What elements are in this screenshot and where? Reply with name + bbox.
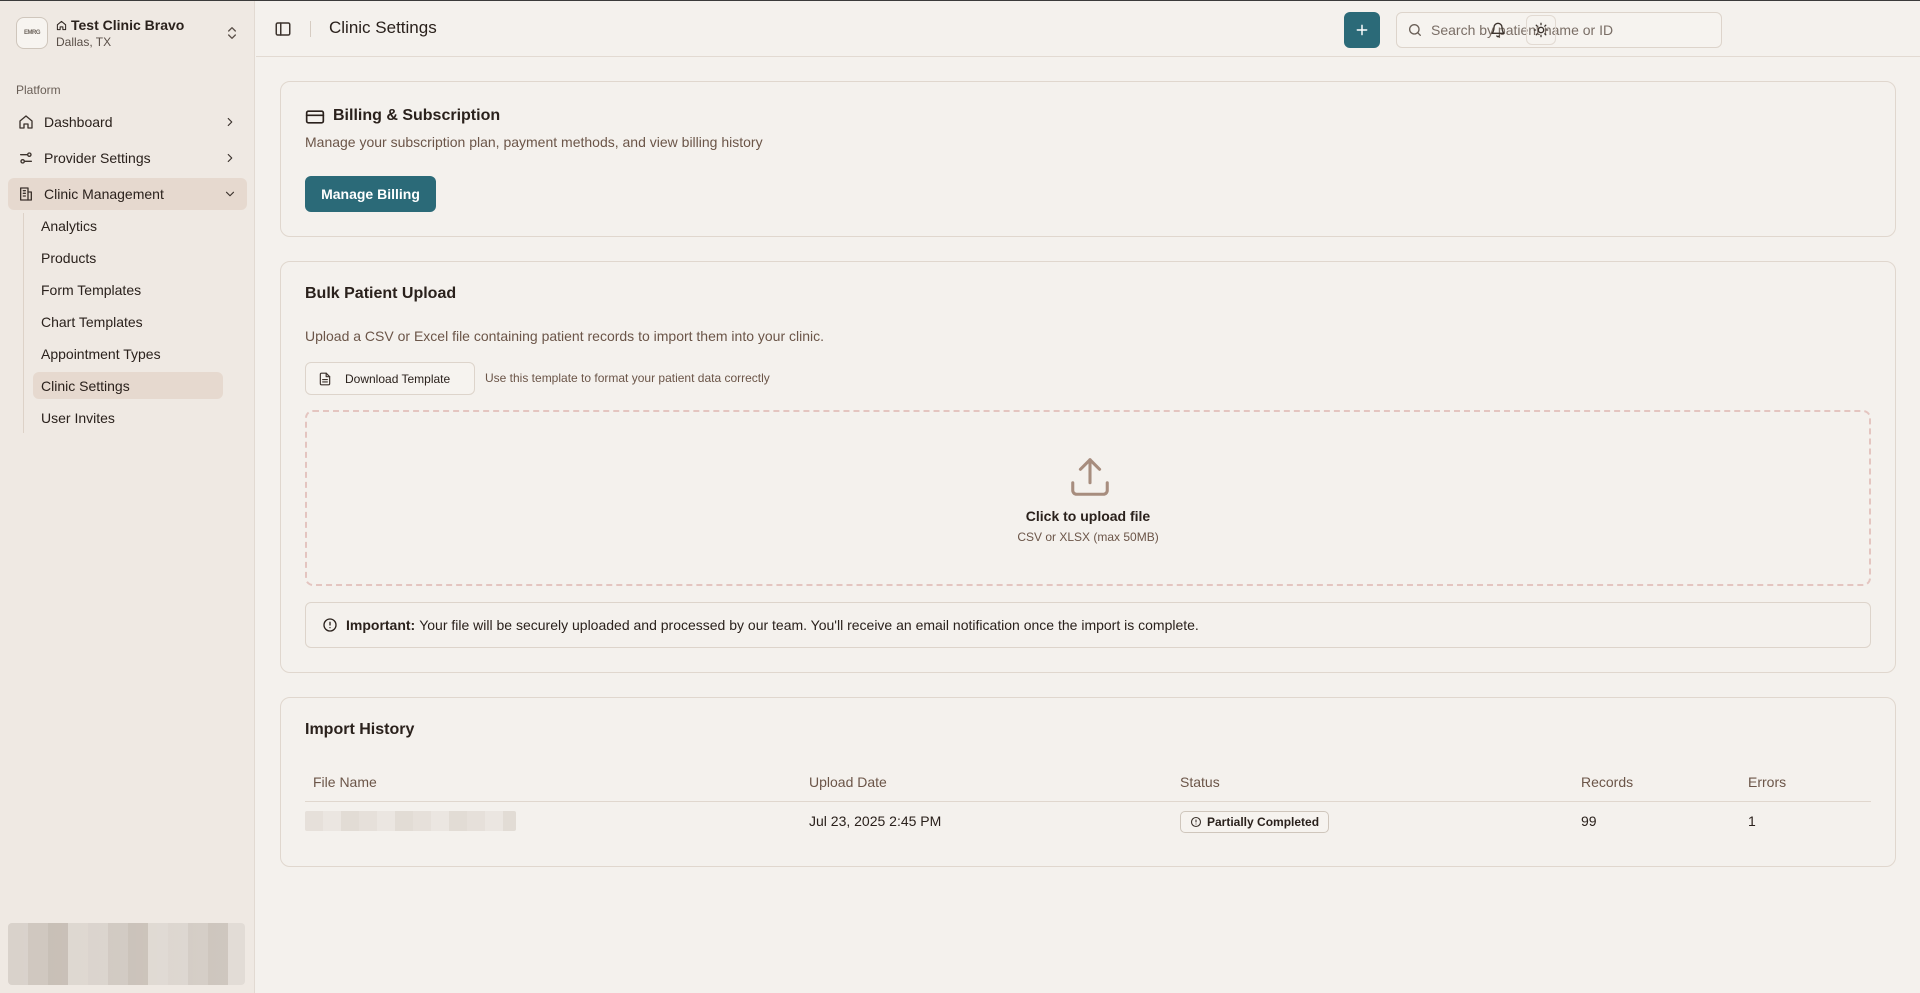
sidebar-toggle-icon[interactable] — [274, 20, 292, 38]
sidebar-subitem-clinic-settings[interactable]: Clinic Settings — [33, 372, 223, 399]
notifications-button[interactable] — [1483, 15, 1513, 45]
subnav-guide-line — [23, 213, 24, 433]
column-upload-date: Upload Date — [809, 774, 887, 790]
file-text-icon — [319, 372, 331, 385]
sidebar: EMRG Test Clinic Bravo Dallas, TX Platfo… — [0, 1, 255, 993]
chevrons-up-down-icon — [228, 27, 236, 39]
search-icon — [1409, 24, 1421, 36]
status-badge: Partially Completed — [1180, 811, 1330, 833]
download-template-label: Download Template — [345, 371, 451, 386]
column-file-name: File Name — [313, 774, 377, 790]
column-status: Status — [1180, 774, 1220, 790]
top-header: Clinic Settings — [256, 1, 1920, 57]
upload-date-cell: Jul 23, 2025 2:45 PM — [809, 813, 942, 829]
billing-card: Billing & Subscription Manage your subsc… — [280, 81, 1896, 237]
clinic-name: Test Clinic Bravo — [71, 17, 185, 33]
billing-description: Manage your subscription plan, payment m… — [305, 134, 763, 150]
upload-title: Click to upload file — [1025, 508, 1151, 524]
sidebar-subitem-user-invites[interactable]: User Invites — [33, 404, 223, 431]
header-divider — [310, 21, 311, 37]
sliders-icon — [20, 152, 32, 164]
alert-circle-icon — [323, 618, 337, 632]
bulk-upload-title: Bulk Patient Upload — [305, 285, 457, 302]
bell-icon — [1491, 22, 1505, 38]
sidebar-subitem-chart-templates[interactable]: Chart Templates — [33, 308, 223, 335]
errors-cell: 1 — [1748, 813, 1756, 829]
file-name-redacted — [305, 811, 516, 831]
chevron-down-icon — [225, 191, 235, 197]
alert-circle-icon — [1190, 816, 1202, 828]
status-label: Partially Completed — [1207, 815, 1320, 829]
sidebar-item-provider-settings[interactable]: Provider Settings — [8, 142, 247, 174]
clinic-location: Dallas, TX — [56, 35, 112, 49]
notice-text: Your file will be securely uploaded and … — [419, 617, 1199, 633]
chevron-right-icon — [227, 117, 233, 127]
credit-card-icon — [305, 110, 325, 124]
clinic-info: Test Clinic Bravo Dallas, TX — [56, 17, 224, 49]
user-menu-redacted[interactable] — [8, 923, 245, 985]
table-row[interactable]: Jul 23, 2025 2:45 PM Partially Completed… — [305, 802, 1871, 842]
theme-toggle-button[interactable] — [1526, 15, 1556, 45]
sun-icon — [1533, 22, 1549, 38]
sidebar-item-label: Clinic Management — [44, 186, 164, 202]
plus-icon — [1356, 24, 1368, 36]
import-history-table: File Name Upload Date Status Records Err… — [305, 766, 1871, 842]
chevron-right-icon — [227, 153, 233, 163]
bulk-upload-description: Upload a CSV or Excel file containing pa… — [305, 328, 825, 344]
sidebar-item-dashboard[interactable]: Dashboard — [8, 106, 247, 138]
upload-icon — [1071, 458, 1109, 496]
search-input[interactable] — [1431, 22, 1711, 38]
billing-title: Billing & Subscription — [333, 107, 501, 124]
home-icon — [19, 115, 33, 129]
download-template-hint: Use this template to format your patient… — [485, 371, 770, 385]
sidebar-subitem-analytics[interactable]: Analytics — [33, 212, 223, 239]
table-header: File Name Upload Date Status Records Err… — [305, 766, 1871, 802]
sidebar-item-label: Provider Settings — [44, 150, 151, 166]
add-button[interactable] — [1344, 12, 1380, 48]
important-notice: Important: Your file will be securely up… — [305, 602, 1871, 648]
notice-label: Important: — [346, 617, 416, 633]
upload-constraints: CSV or XLSX (max 50MB) — [1017, 530, 1159, 544]
import-history-card: Import History File Name Upload Date Sta… — [280, 697, 1896, 867]
building-icon — [20, 187, 32, 201]
sidebar-item-label: Dashboard — [44, 114, 113, 130]
clinic-switcher[interactable]: EMRG Test Clinic Bravo Dallas, TX — [10, 9, 246, 57]
home-icon — [56, 20, 67, 30]
sidebar-section-label: Platform — [16, 83, 61, 97]
download-template-button[interactable]: Download Template — [305, 362, 475, 395]
page-title: Clinic Settings — [329, 18, 437, 37]
sidebar-subitem-appointment-types[interactable]: Appointment Types — [33, 340, 223, 367]
clinic-logo: EMRG — [16, 17, 48, 49]
column-records: Records — [1581, 774, 1634, 790]
sidebar-subitem-products[interactable]: Products — [33, 244, 223, 271]
bulk-upload-card: Bulk Patient Upload Upload a CSV or Exce… — [280, 261, 1896, 673]
clinic-name-row: Test Clinic Bravo — [56, 17, 224, 33]
sidebar-item-clinic-management[interactable]: Clinic Management — [8, 178, 247, 210]
records-cell: 99 — [1581, 813, 1597, 829]
manage-billing-button[interactable]: Manage Billing — [305, 176, 436, 212]
patient-search[interactable] — [1396, 12, 1722, 48]
sidebar-subitem-form-templates[interactable]: Form Templates — [33, 276, 223, 303]
import-history-title: Import History — [305, 721, 415, 738]
file-dropzone[interactable]: Click to upload file CSV or XLSX (max 50… — [305, 410, 1871, 586]
column-errors: Errors — [1748, 774, 1787, 790]
